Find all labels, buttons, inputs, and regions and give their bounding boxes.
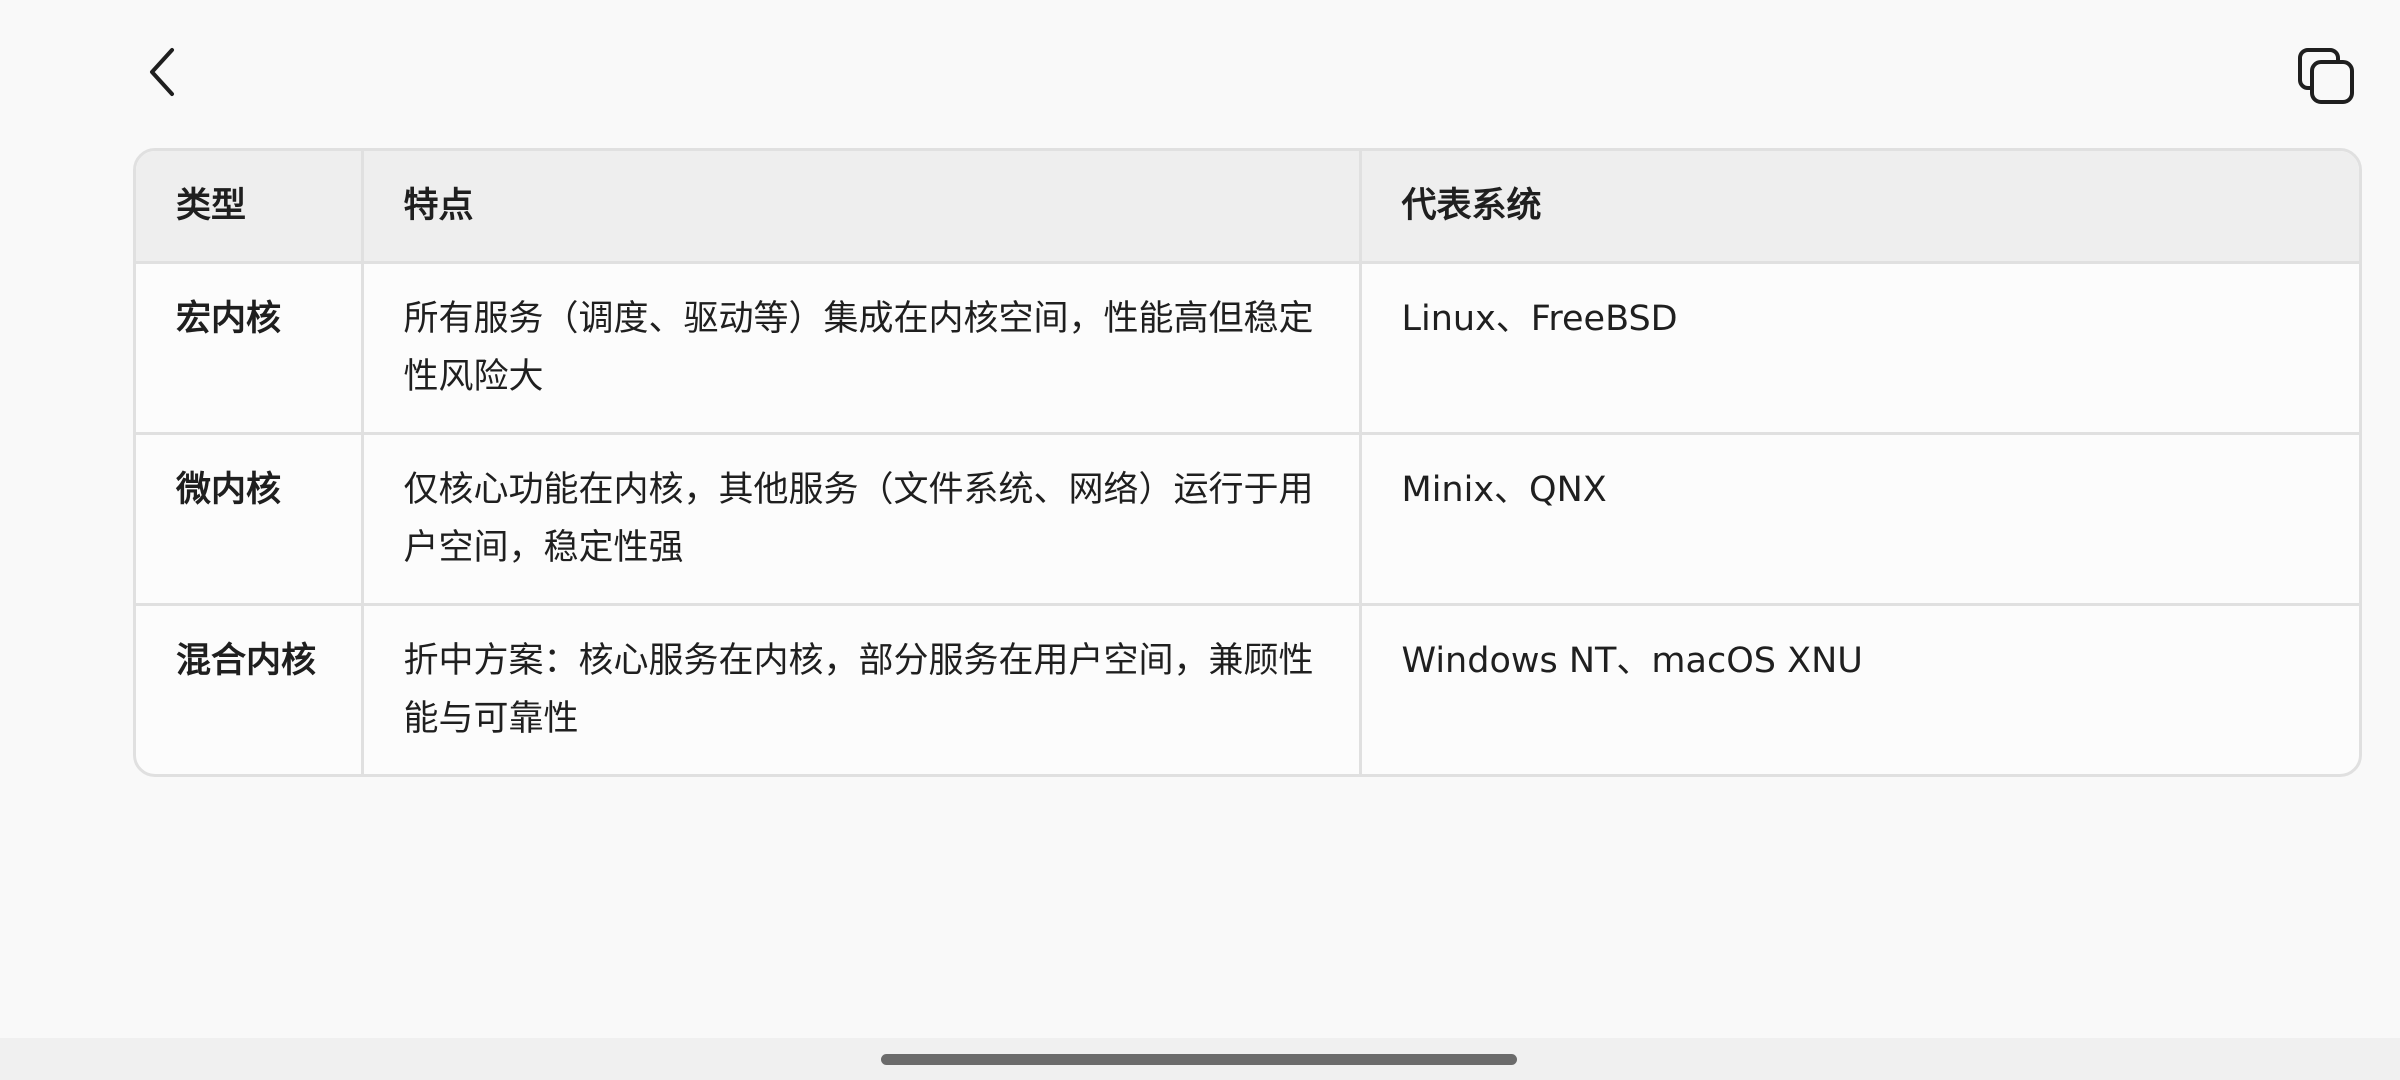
header-features: 特点 [362,151,1362,264]
table-row: 混合内核 折中方案：核心服务在内核，部分服务在用户空间，兼顾性能与可靠性 Win… [136,604,2359,774]
row-type-cell: 微内核 [136,433,364,606]
copy-button[interactable] [2290,40,2362,112]
row-features-cell: 折中方案：核心服务在内核，部分服务在用户空间，兼顾性能与可靠性 [362,604,1362,774]
table-header-row: 类型 特点 代表系统 [136,151,2359,264]
header-systems: 代表系统 [1360,151,2359,264]
table-row: 微内核 仅核心功能在内核，其他服务（文件系统、网络）运行于用户空间，稳定性强 M… [136,433,2359,606]
row-features-cell: 仅核心功能在内核，其他服务（文件系统、网络）运行于用户空间，稳定性强 [362,433,1362,606]
table-row: 宏内核 所有服务（调度、驱动等）集成在内核空间，性能高但稳定性风险大 Linux… [136,262,2359,435]
row-features-cell: 所有服务（调度、驱动等）集成在内核空间，性能高但稳定性风险大 [362,262,1362,435]
copy-icon [2298,48,2354,104]
back-button[interactable] [130,40,194,104]
top-bar [0,0,2400,140]
home-indicator[interactable] [881,1054,1517,1065]
row-systems-cell: Windows NT、macOS XNU [1401,641,1863,681]
row-systems-cell: Minix、QNX [1360,433,2359,606]
row-systems-cell: Linux、FreeBSD [1360,262,2359,435]
row-type-cell: 宏内核 [136,262,364,435]
kernel-comparison-table: 类型 特点 代表系统 宏内核 所有服务（调度、驱动等）集成在内核空间，性能高但稳… [133,148,2362,777]
row-type-cell: 混合内核 [136,604,364,774]
chevron-left-icon [150,48,174,96]
header-type: 类型 [136,151,364,264]
